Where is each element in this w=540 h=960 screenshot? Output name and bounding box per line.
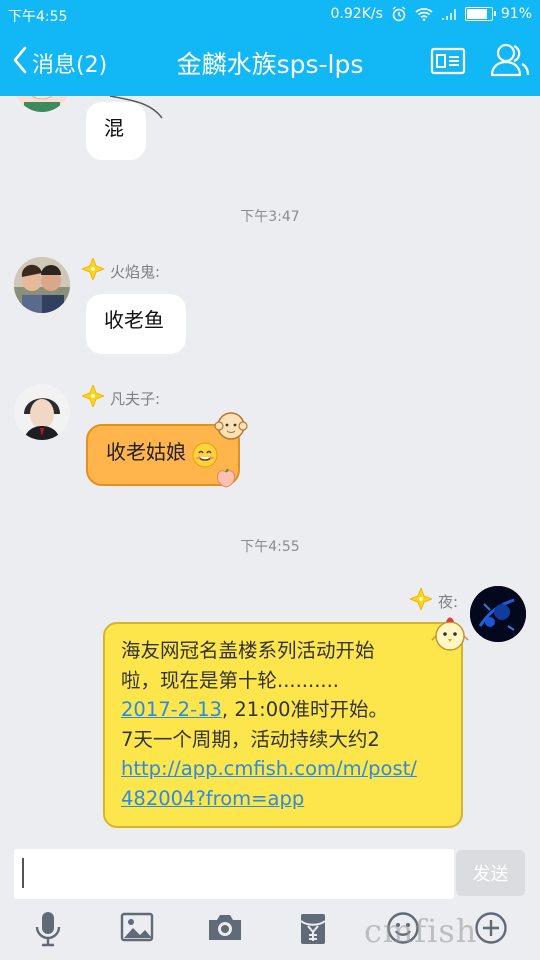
title-bar: 消息(2) 金麟水族sps-lps [0,28,540,96]
profile-card-icon [430,47,466,80]
message-line: 啦，现在是第十轮.......... [121,668,339,692]
alarm-icon [391,6,407,22]
timestamp: 下午3:47 [240,209,300,225]
sender-name: 凡夫子: [80,383,161,411]
sender-name: 火焰鬼: [80,256,161,284]
monkey-sticker-icon [214,410,248,446]
red-packet-button[interactable] [298,911,328,951]
sender-label: 夜: [438,592,459,611]
message-text: 收老鱼 [104,308,164,332]
message-bubble[interactable]: 混 [86,102,146,160]
emoji-icon [386,912,420,949]
url-link[interactable]: http://app.cmfish.com/m/post/ 482004?fro… [121,754,445,813]
red-packet-icon [298,914,328,951]
status-bar: 下午4:55 0.92K/s 91% [0,0,540,28]
wifi-icon [415,7,433,21]
sender-label: 凡夫子: [110,389,161,408]
network-speed: 0.92K/s [330,6,383,22]
group-members-icon [490,43,530,82]
emoji-button[interactable] [386,911,420,949]
camera-button[interactable] [207,911,243,947]
url-link-line[interactable]: 482004?from=app [121,784,445,814]
date-link[interactable]: 2017-2-13 [121,698,222,721]
sender-label: 火焰鬼: [110,262,161,281]
camera-icon [207,915,243,947]
peach-sticker-icon [215,468,237,492]
image-icon [120,912,154,947]
group-members-button[interactable] [490,42,530,82]
message-text: , 21:00准时开始。 [221,698,389,721]
message-bubble[interactable]: 收老鱼 [86,294,186,354]
back-button[interactable]: 消息(2) [12,46,107,80]
star-badge-icon [408,586,434,614]
avatar[interactable] [14,96,70,112]
avatar[interactable] [470,586,526,642]
microphone-icon [34,912,62,951]
star-badge-icon [80,383,106,411]
sender-name: 夜: [408,586,459,614]
chick-sticker-icon [430,614,470,658]
url-link-line[interactable]: http://app.cmfish.com/m/post/ [121,754,445,784]
message-line: 海友网冠名盖楼系列活动开始 [121,639,375,662]
avatar[interactable] [14,384,70,440]
signal-icon [441,8,457,21]
voice-button[interactable] [34,911,62,951]
battery-icon [464,7,496,21]
battery-percent: 91% [500,6,532,22]
input-bar: 发送 [0,840,540,960]
message-text: 收老姑娘 [106,440,186,464]
chat-messages: 混 下午3:47 火焰鬼: 收老鱼 凡夫子: 收老姑娘 下午4:55 夜: 海友… [0,96,540,840]
image-button[interactable] [120,911,154,947]
plus-icon [474,912,508,949]
message-bubble[interactable]: 海友网冠名盖楼系列活动开始 啦，现在是第十轮.......... 2017-2-… [103,622,463,828]
message-line: 7天一个周期，活动持续大约2 [121,727,380,751]
star-badge-icon [80,256,106,284]
chevron-left-icon [12,46,28,80]
status-time: 下午4:55 [8,9,68,25]
back-label: 消息(2) [32,53,108,78]
timestamp: 下午4:55 [240,539,300,555]
profile-card-button[interactable] [430,46,466,80]
message-text: 混 [104,116,124,140]
message-input[interactable] [14,849,454,899]
send-button[interactable]: 发送 [456,850,525,896]
avatar[interactable] [14,257,70,313]
plus-button[interactable] [474,911,508,949]
message-line: 2017-2-13, 21:00准时开始。 [121,695,445,725]
text-caret [22,858,24,888]
